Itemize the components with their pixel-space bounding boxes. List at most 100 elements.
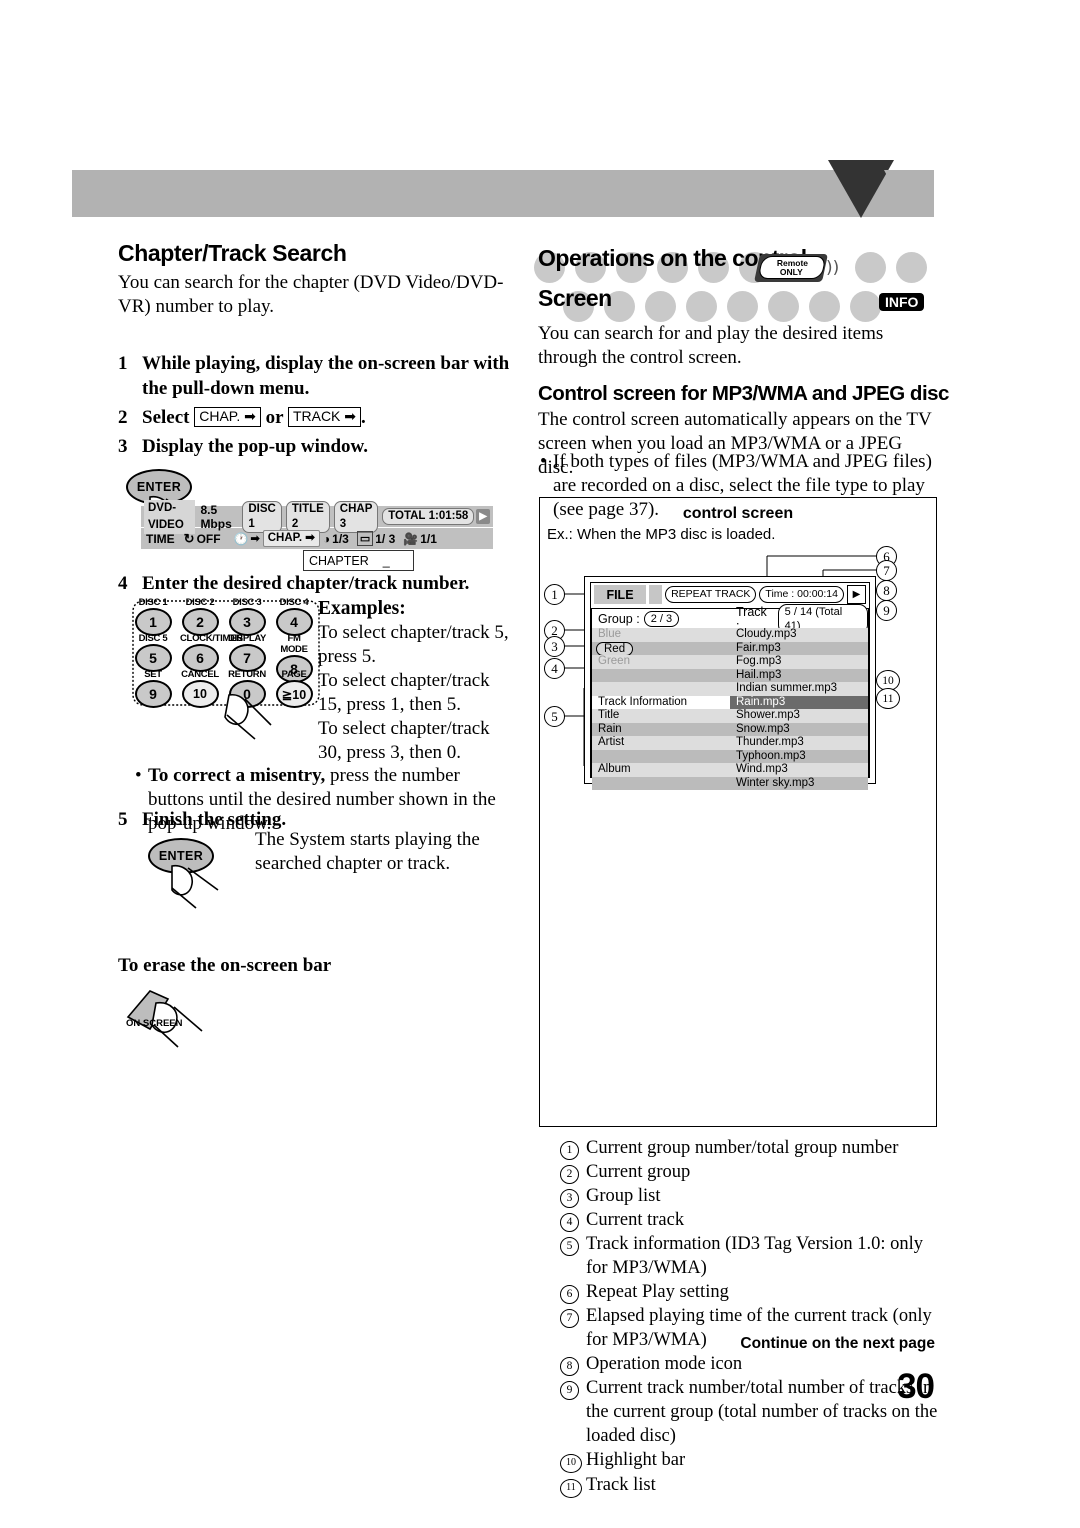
group-list-item-blue[interactable]: Blue [592, 628, 730, 642]
step-2-text: Select CHAP. ➡ or TRACK ➡. [142, 405, 518, 430]
chap-selector[interactable]: CHAP. ➡ [262, 530, 320, 547]
total-label: TOTAL [388, 510, 426, 522]
popup-value: _ [382, 553, 390, 568]
key-7-top-label: DISPLAY [227, 633, 267, 644]
legend-num-7: 7 [560, 1309, 579, 1328]
legend-num-3: 3 [560, 1189, 579, 1208]
chap-key-button[interactable]: CHAP. ➡ [194, 407, 261, 427]
step-1-text: While playing, display the on-screen bar… [142, 353, 510, 399]
repeat-icon: ↻ [183, 530, 195, 546]
track-info-value-album [592, 776, 730, 790]
right-section-title-line2: Screen [538, 285, 612, 311]
numeric-keypad-illustration: DISC 11 DISC 22 DISC 33 DISC 44 DISC 55 … [131, 597, 321, 740]
callout-7: 7 [876, 560, 897, 581]
key-cell-7: DISPLAY 7 [227, 633, 267, 672]
key-3-button[interactable]: 3 [228, 608, 266, 636]
arrow-right-icon: ➡ [250, 533, 260, 545]
legend-item-9: 9 Current track number/total number of tr… [560, 1376, 938, 1448]
step-3: 3 Display the pop-up window. [118, 434, 518, 459]
legend-item-1: 1 Current group number/total group number [560, 1136, 938, 1160]
chapter-popup-window[interactable]: CHAPTER _ [303, 550, 414, 571]
group-list-item-green[interactable]: Green [592, 655, 730, 669]
track-info-label-album: Album [592, 763, 730, 777]
onscreen-button-label: ON SCREEN [126, 1018, 183, 1029]
step-2: 2 Select CHAP. ➡ or TRACK ➡. [118, 405, 518, 430]
legend-num-8: 8 [560, 1357, 579, 1376]
page-title: Chapter/Track Search [118, 240, 347, 266]
example-2: To select chapter/track 15, press 1, the… [318, 670, 490, 715]
arrow-right-icon: ➡ [340, 408, 357, 424]
ir-signal-icon: )) [826, 258, 840, 278]
track-info-label-artist: Artist [592, 736, 730, 750]
track-list-item-selected[interactable]: Rain.mp3 [730, 695, 868, 709]
key-6-button[interactable]: 6 [181, 644, 219, 672]
key-4-button[interactable]: 4 [275, 608, 313, 636]
subtitle-value: 1/ 3 [375, 531, 396, 546]
examples-block: Examples: To select chapter/track 5, pre… [318, 597, 518, 765]
track-list-item[interactable]: Fog.mp3 [730, 655, 868, 669]
enter-button-illustration-2: ENTER [148, 838, 268, 909]
track-list-item[interactable]: Snow.mp3 [730, 722, 868, 736]
track-key-button[interactable]: TRACK ➡ [287, 407, 362, 427]
key-1-top-label: DISC 1 [138, 597, 168, 608]
step-2-post: . [361, 407, 366, 428]
group-and-info-column: Blue Red Green Track Information Title R… [592, 628, 730, 790]
callout-4: 4 [544, 658, 565, 679]
step-1-number: 1 [118, 353, 128, 374]
step-4-text: Enter the desired chapter/track number. [142, 573, 470, 594]
track-list-item[interactable]: Shower.mp3 [730, 709, 868, 723]
key-cell-3: DISC 33 [227, 597, 267, 636]
track-list-item[interactable]: Winter sky.mp3 [730, 776, 868, 790]
angle-value: 1/1 [420, 531, 437, 546]
continue-note: Continue on the next page [740, 1335, 935, 1352]
track-list-item[interactable]: Wind.mp3 [730, 763, 868, 777]
onscreen-bar-row-2: TIME ↻ OFF 🕐 ➡ CHAP. ➡ ◑ 1/3 ▭ 1/ 3 🎥 1/… [141, 528, 493, 549]
elapsed-time-badge: Time : 00:00:14 [759, 586, 844, 603]
topbar-filler [649, 585, 663, 604]
legend-text-4: Current track [586, 1210, 685, 1230]
key-cell-4: DISC 44 [274, 597, 314, 636]
group-list-item-red[interactable]: Red [592, 641, 730, 655]
step-4: 4 Enter the desired chapter/track number… [118, 571, 518, 596]
right-intro-text: You can search for and play the desired … [538, 323, 884, 368]
key-10-button[interactable]: 10 [181, 680, 219, 708]
key-10-top-label: CANCEL [181, 669, 219, 680]
left-column: Chapter/Track Search You can search for … [118, 240, 518, 540]
key-5-button[interactable]: 5 [134, 644, 172, 672]
track-list-item[interactable]: Indian summer.mp3 [730, 682, 868, 696]
callout-8: 8 [876, 580, 897, 601]
legend-num-11: 11 [560, 1479, 582, 1498]
step-2-mid: or [265, 407, 284, 428]
track-list-item[interactable]: Cloudy.mp3 [730, 628, 868, 642]
example-1: To select chapter/track 5, press 5. [318, 622, 509, 667]
key-7-button[interactable]: 7 [228, 644, 266, 672]
legend-num-5: 5 [560, 1237, 579, 1256]
legend-text-3: Group list [586, 1186, 661, 1206]
key-over10-top-label: PAGE [281, 669, 307, 680]
key-9-button[interactable]: 9 [134, 680, 172, 708]
onscreen-bar-row-1: DVD-VIDEO 8.5 Mbps DISC 1 TITLE 2 CHAP 3… [141, 499, 493, 534]
track-list-item[interactable]: Hail.mp3 [730, 668, 868, 682]
key-cell-5: DISC 55 [133, 633, 173, 672]
callout-5: 5 [544, 706, 565, 727]
legend-text-8: Operation mode icon [586, 1354, 743, 1374]
bitrate-label: 8.5 Mbps [200, 502, 232, 531]
control-screen-body: Group : 2 / 3 Track : 5 / 14 (Total 41) … [591, 603, 869, 790]
track-list-item[interactable]: Fair.mp3 [730, 641, 868, 655]
track-list-item[interactable]: Typhoon.mp3 [730, 749, 868, 763]
step-3-text: Display the pop-up window. [142, 436, 368, 457]
legend-num-10: 10 [560, 1454, 582, 1473]
onscreen-bar-illustration: DVD-VIDEO 8.5 Mbps DISC 1 TITLE 2 CHAP 3… [141, 499, 493, 571]
callout-legend-list: 1 Current group number/total group number… [560, 1136, 938, 1498]
chapter-indicator: CHAP 3 [333, 500, 379, 533]
key-0-top-label: RETURN [228, 669, 266, 680]
key-cell-2: DISC 22 [180, 597, 220, 636]
legend-text-2: Current group [586, 1162, 691, 1182]
remote-only-badge: Remote ONLY [757, 256, 827, 279]
key-1-button[interactable]: 1 [134, 608, 172, 636]
group-label: Group : [598, 611, 640, 626]
key-2-button[interactable]: 2 [181, 608, 219, 636]
examples-heading: Examples: [318, 598, 406, 619]
next-arrow-icon[interactable]: ▶ [476, 509, 490, 524]
track-list-item[interactable]: Thunder.mp3 [730, 736, 868, 750]
